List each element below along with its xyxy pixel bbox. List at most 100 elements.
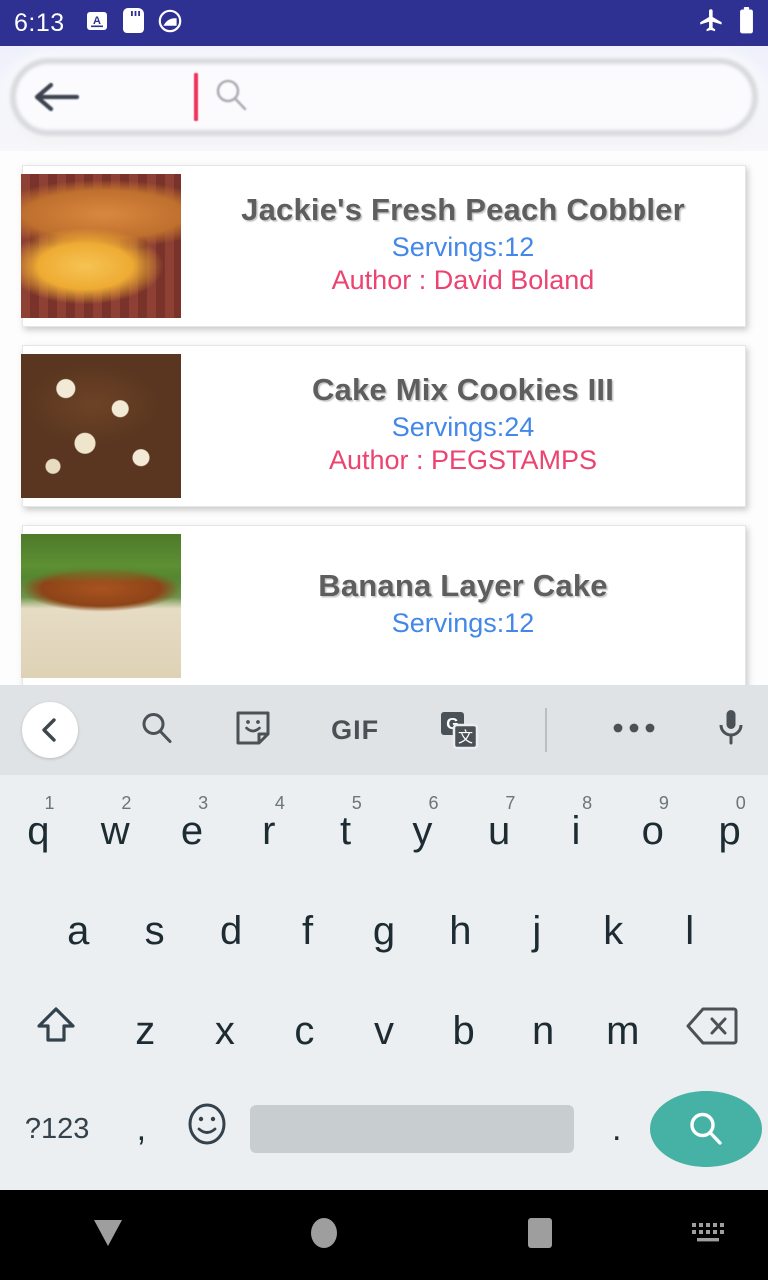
keyboard-switcher-button[interactable]: [648, 1220, 768, 1251]
status-bar: 6:13 A: [0, 0, 768, 46]
translate-button[interactable]: G文: [439, 685, 479, 775]
recipe-card-body: Cake Mix Cookies III Servings:24 Author …: [181, 346, 745, 506]
down-triangle-icon[interactable]: [91, 1218, 125, 1253]
search-button[interactable]: [138, 685, 176, 775]
keyboard-row-2: a s d f g h j k l: [0, 881, 768, 981]
shift-icon[interactable]: [34, 1004, 78, 1058]
recipe-card[interactable]: Banana Layer Cake Servings:12: [21, 525, 746, 685]
comma-key-label: ,: [136, 1109, 147, 1148]
key-o-number: 9: [658, 793, 669, 813]
key-n[interactable]: n: [503, 981, 583, 1081]
do-not-disturb-icon: [158, 9, 182, 38]
recipe-servings: Servings:12: [391, 232, 535, 262]
key-w[interactable]: 2w: [77, 781, 154, 881]
key-p-number: 0: [735, 793, 746, 813]
gif-icon[interactable]: GIF: [331, 715, 379, 746]
search-bar[interactable]: [10, 58, 758, 136]
back-arrow-icon[interactable]: [30, 71, 82, 123]
key-k[interactable]: k: [575, 881, 651, 981]
key-j[interactable]: j: [499, 881, 575, 981]
key-x[interactable]: x: [185, 981, 265, 1081]
shift-key[interactable]: [6, 981, 105, 1081]
recipe-servings: Servings:24: [391, 412, 535, 442]
recipe-card[interactable]: Cake Mix Cookies III Servings:24 Author …: [21, 345, 746, 507]
circle-icon[interactable]: [309, 1217, 339, 1254]
square-icon[interactable]: [527, 1217, 553, 1254]
recipe-thumbnail: [21, 354, 181, 498]
key-s[interactable]: s: [116, 881, 192, 981]
emoji-icon[interactable]: [185, 1101, 229, 1157]
more-options-button[interactable]: [612, 685, 656, 775]
sticker-button[interactable]: [235, 685, 271, 775]
recipe-title: Banana Layer Cake: [318, 567, 608, 603]
key-y-number: 6: [428, 793, 439, 813]
key-z-label: z: [135, 1008, 156, 1053]
phone-screen: 6:13 A Jackie's Fresh Peach Cobbler Serv…: [0, 0, 768, 1280]
key-h[interactable]: h: [422, 881, 498, 981]
key-c[interactable]: c: [265, 981, 345, 1081]
key-q-label: q: [27, 808, 50, 853]
key-t[interactable]: 5t: [307, 781, 384, 881]
key-e[interactable]: 3e: [154, 781, 231, 881]
text-cursor: [194, 73, 198, 121]
key-s-label: s: [144, 908, 165, 953]
gif-button[interactable]: GIF: [331, 685, 379, 775]
search-action-key[interactable]: [649, 1091, 763, 1167]
recipe-author: Author : PEGSTAMPS: [328, 445, 598, 475]
key-d[interactable]: d: [193, 881, 269, 981]
key-b[interactable]: b: [424, 981, 504, 1081]
sd-card-icon: [122, 8, 144, 38]
key-m[interactable]: m: [583, 981, 663, 1081]
google-translate-icon[interactable]: G文: [439, 710, 479, 750]
chevron-left-icon[interactable]: [22, 702, 78, 758]
search-icon[interactable]: [667, 1091, 744, 1167]
recents-button[interactable]: [432, 1217, 648, 1254]
space-key[interactable]: [240, 1079, 583, 1179]
key-l[interactable]: l: [652, 881, 728, 981]
status-left-icons: A: [85, 8, 182, 38]
key-y[interactable]: 6y: [384, 781, 461, 881]
key-g[interactable]: g: [346, 881, 422, 981]
backspace-icon[interactable]: [686, 1006, 738, 1056]
symbols-key[interactable]: ?123: [6, 1079, 108, 1179]
period-key[interactable]: .: [584, 1079, 650, 1179]
key-i-number: 8: [582, 793, 593, 813]
key-q-number: 1: [44, 793, 55, 813]
keyboard-row-4: ?123 , .: [0, 1081, 768, 1177]
backspace-key[interactable]: [663, 981, 762, 1081]
key-o-label: o: [641, 808, 664, 853]
key-j-label: j: [532, 908, 542, 953]
sticker-icon[interactable]: [235, 709, 271, 752]
subtitle-a-icon: A: [85, 9, 109, 38]
keyboard-toolbar: GIF G文: [0, 685, 768, 775]
recipe-results-list[interactable]: Jackie's Fresh Peach Cobbler Servings:12…: [0, 151, 768, 685]
comma-key[interactable]: ,: [108, 1079, 174, 1179]
search-icon[interactable]: [138, 709, 176, 752]
back-button[interactable]: [0, 1218, 216, 1253]
airplane-mode-icon: [698, 7, 725, 39]
key-a[interactable]: a: [40, 881, 116, 981]
key-z[interactable]: z: [105, 981, 185, 1081]
key-v[interactable]: v: [344, 981, 424, 1081]
key-q[interactable]: 1q: [0, 781, 77, 881]
key-o[interactable]: 9o: [614, 781, 691, 881]
voice-input-button[interactable]: [716, 685, 746, 775]
keyboard-icon[interactable]: [690, 1220, 726, 1251]
overflow-dots-icon[interactable]: [612, 721, 656, 740]
expand-toolbar-button[interactable]: [22, 685, 78, 775]
home-button[interactable]: [216, 1217, 432, 1254]
key-w-label: w: [100, 808, 130, 853]
key-i[interactable]: 8i: [538, 781, 615, 881]
key-d-label: d: [219, 908, 243, 953]
key-r[interactable]: 4r: [230, 781, 307, 881]
emoji-key[interactable]: [174, 1079, 240, 1179]
key-a-label: a: [67, 908, 90, 953]
spacebar[interactable]: [250, 1105, 574, 1153]
key-u[interactable]: 7u: [461, 781, 538, 881]
microphone-icon[interactable]: [716, 708, 746, 753]
key-f[interactable]: f: [269, 881, 345, 981]
key-p[interactable]: 0p: [691, 781, 768, 881]
recipe-card[interactable]: Jackie's Fresh Peach Cobbler Servings:12…: [21, 165, 746, 327]
on-screen-keyboard[interactable]: GIF G文 1 q 2 w 3 e 4 r 5 t 6 y 7 u 8 i 9…: [0, 685, 768, 1190]
recipe-author: Author : David Boland: [331, 265, 595, 295]
